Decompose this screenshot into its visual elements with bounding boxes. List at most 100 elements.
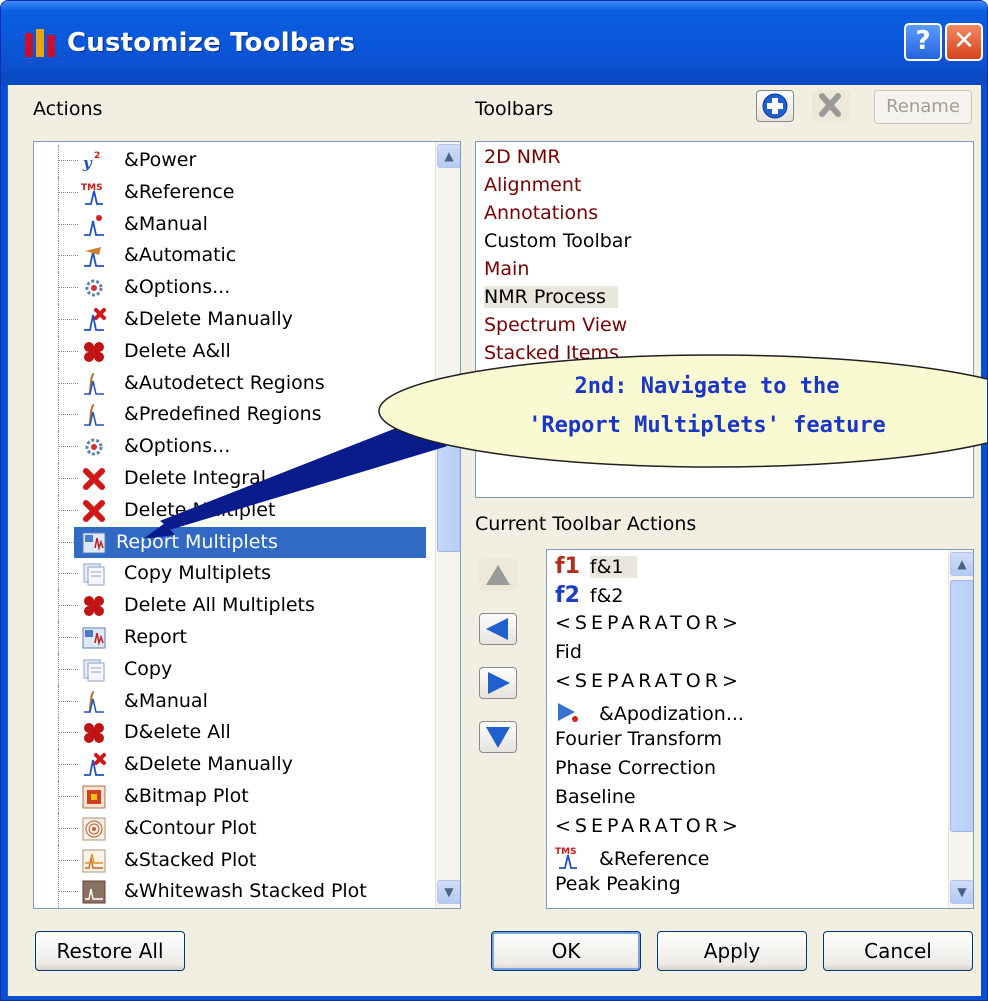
tree-item[interactable]: Copy Multiplets — [34, 558, 426, 591]
tree-item[interactable]: Copy — [34, 653, 426, 686]
svg-text:y: y — [82, 154, 93, 172]
rename-button[interactable]: Rename — [874, 90, 972, 124]
current-action-item[interactable]: <SEPARATOR> — [555, 815, 742, 837]
current-action-item[interactable]: f2 f&2 — [555, 583, 623, 608]
bitmap-plot-icon — [81, 784, 107, 810]
integral-manual-icon — [81, 689, 107, 715]
delete-toolbar-button[interactable] — [812, 90, 850, 122]
separator-label: <SEPARATOR> — [555, 815, 742, 837]
tree-item-label: &Contour Plot — [124, 816, 257, 839]
f2-icon: f2 — [555, 583, 580, 608]
move-down-button[interactable] — [479, 721, 517, 753]
toolbar-list-item[interactable]: NMR Process — [484, 286, 618, 308]
report-multiplets-icon — [81, 530, 107, 556]
copy-icon — [81, 657, 107, 683]
tree-item-label: Copy — [124, 657, 173, 680]
window-title: Customize Toolbars — [67, 28, 356, 58]
tms-reference-icon: TMS — [555, 844, 581, 875]
tree-item-label: &Options... — [124, 276, 231, 299]
toolbar-list-item[interactable]: Main — [484, 258, 529, 280]
close-button[interactable]: ✕ — [945, 23, 983, 61]
tree-item[interactable]: y 2 &Power — [34, 145, 426, 177]
tree-item[interactable]: &Delete Manually — [34, 304, 426, 336]
tree-item[interactable]: &Manual — [34, 685, 426, 718]
current-action-item[interactable]: Phase Correction — [555, 757, 716, 779]
red-x-icon — [81, 498, 107, 524]
tree-item[interactable]: D&elete All — [34, 717, 426, 750]
toolbar-list-item[interactable]: Spectrum View — [484, 314, 627, 336]
add-toolbar-button[interactable] — [756, 90, 794, 122]
ok-button[interactable]: OK — [491, 931, 641, 971]
current-action-item[interactable]: Baseline — [555, 786, 636, 808]
move-up-button[interactable] — [479, 559, 517, 591]
current-action-item[interactable]: Fid — [555, 641, 582, 663]
toolbar-list-item[interactable]: Custom Toolbar — [484, 230, 631, 252]
remove-action-button[interactable] — [479, 613, 517, 645]
apply-button[interactable]: Apply — [657, 931, 807, 971]
left-arrow-icon — [486, 618, 508, 640]
current-action-item[interactable]: Fourier Transform — [555, 728, 722, 750]
customize-toolbars-dialog: Customize Toolbars ? ✕ Actions y 2 &Power T… — [0, 0, 988, 1001]
tree-item-label: &Delete Manually — [124, 753, 293, 776]
tree-item-label: Copy Multiplets — [124, 562, 272, 585]
action-label: Peak Peaking — [555, 873, 681, 895]
tree-item[interactable]: &Stacked Plot — [34, 844, 426, 877]
actions-label: Actions — [33, 98, 103, 120]
predefined-regions-icon — [81, 402, 107, 428]
action-label: f&1 — [589, 556, 638, 578]
cancel-button[interactable]: Cancel — [823, 931, 973, 971]
current-action-item[interactable]: <SEPARATOR> — [555, 670, 742, 692]
current-action-item[interactable]: <SEPARATOR> — [555, 612, 742, 634]
title-bar: Customize Toolbars ? ✕ — [1, 1, 987, 85]
add-action-button[interactable] — [479, 667, 517, 699]
svg-text:TMS: TMS — [555, 847, 577, 857]
tree-item-label: &Delete Manually — [124, 308, 293, 330]
scroll-thumb[interactable] — [950, 580, 973, 832]
scroll-up-arrow[interactable]: ▲ — [950, 552, 973, 576]
separator-label: <SEPARATOR> — [555, 612, 742, 634]
report-icon — [81, 625, 107, 651]
scroll-up-arrow[interactable]: ▲ — [437, 144, 460, 168]
delete-manually-icon — [81, 307, 107, 333]
svg-text:TMS: TMS — [81, 183, 103, 193]
copy-icon — [81, 561, 107, 587]
toolbar-list-item[interactable]: Annotations — [484, 202, 598, 224]
current-actions-label: Current Toolbar Actions — [475, 513, 697, 535]
tree-item[interactable]: &Manual — [34, 208, 426, 241]
delete-all-icon — [81, 593, 107, 619]
tree-item-label: &Stacked Plot — [124, 848, 257, 871]
restore-all-button[interactable]: Restore All — [35, 931, 185, 971]
current-action-item[interactable]: &Apodization... — [555, 699, 744, 730]
scroll-down-arrow[interactable]: ▼ — [950, 880, 973, 904]
current-action-item[interactable]: Peak Peaking — [555, 873, 681, 895]
tms-reference-icon: TMS — [81, 180, 107, 206]
toolbar-list-item[interactable]: 2D NMR — [484, 146, 561, 168]
tree-item[interactable]: &Automatic — [34, 240, 426, 273]
tree-item[interactable]: &Contour Plot — [34, 812, 426, 845]
f1-icon: f1 — [555, 554, 580, 579]
action-label: Fid — [555, 641, 582, 663]
action-label: &Reference — [599, 848, 710, 870]
current-actions-scrollbar[interactable]: ▲ ▼ — [948, 550, 973, 908]
action-label: &Apodization... — [599, 703, 744, 725]
autodetect-regions-icon — [81, 371, 107, 397]
tree-item[interactable]: &Options... — [34, 272, 426, 305]
tree-item[interactable]: &Bitmap Plot — [34, 781, 426, 813]
current-action-item[interactable]: TMS &Reference — [555, 844, 710, 875]
delete-manually-icon — [81, 752, 107, 778]
red-x-icon — [81, 466, 107, 492]
current-actions-list[interactable]: f1 f&1 f2 f&2 <SEPARATOR> Fid <SEPARATOR> &Apod… — [546, 549, 974, 909]
power-icon: y2 — [81, 148, 107, 174]
current-action-item[interactable]: f1 f&1 — [555, 554, 638, 579]
toolbar-list-item[interactable]: Alignment — [484, 174, 581, 196]
tree-item[interactable]: &Delete Manually — [34, 749, 426, 782]
tree-item[interactable]: Delete All Multiplets — [34, 590, 426, 623]
tree-item[interactable]: Report — [34, 622, 426, 654]
scroll-down-arrow[interactable]: ▼ — [437, 880, 460, 904]
tree-item-label: &Manual — [124, 689, 208, 712]
tree-item[interactable]: &Whitewash Stacked Plot — [34, 876, 426, 908]
tree-item[interactable]: TMS &Reference — [34, 176, 426, 209]
tree-item-label: &Power — [124, 149, 197, 171]
callout-line-1: 2nd: Navigate to the — [574, 374, 840, 399]
help-button[interactable]: ? — [904, 23, 942, 61]
